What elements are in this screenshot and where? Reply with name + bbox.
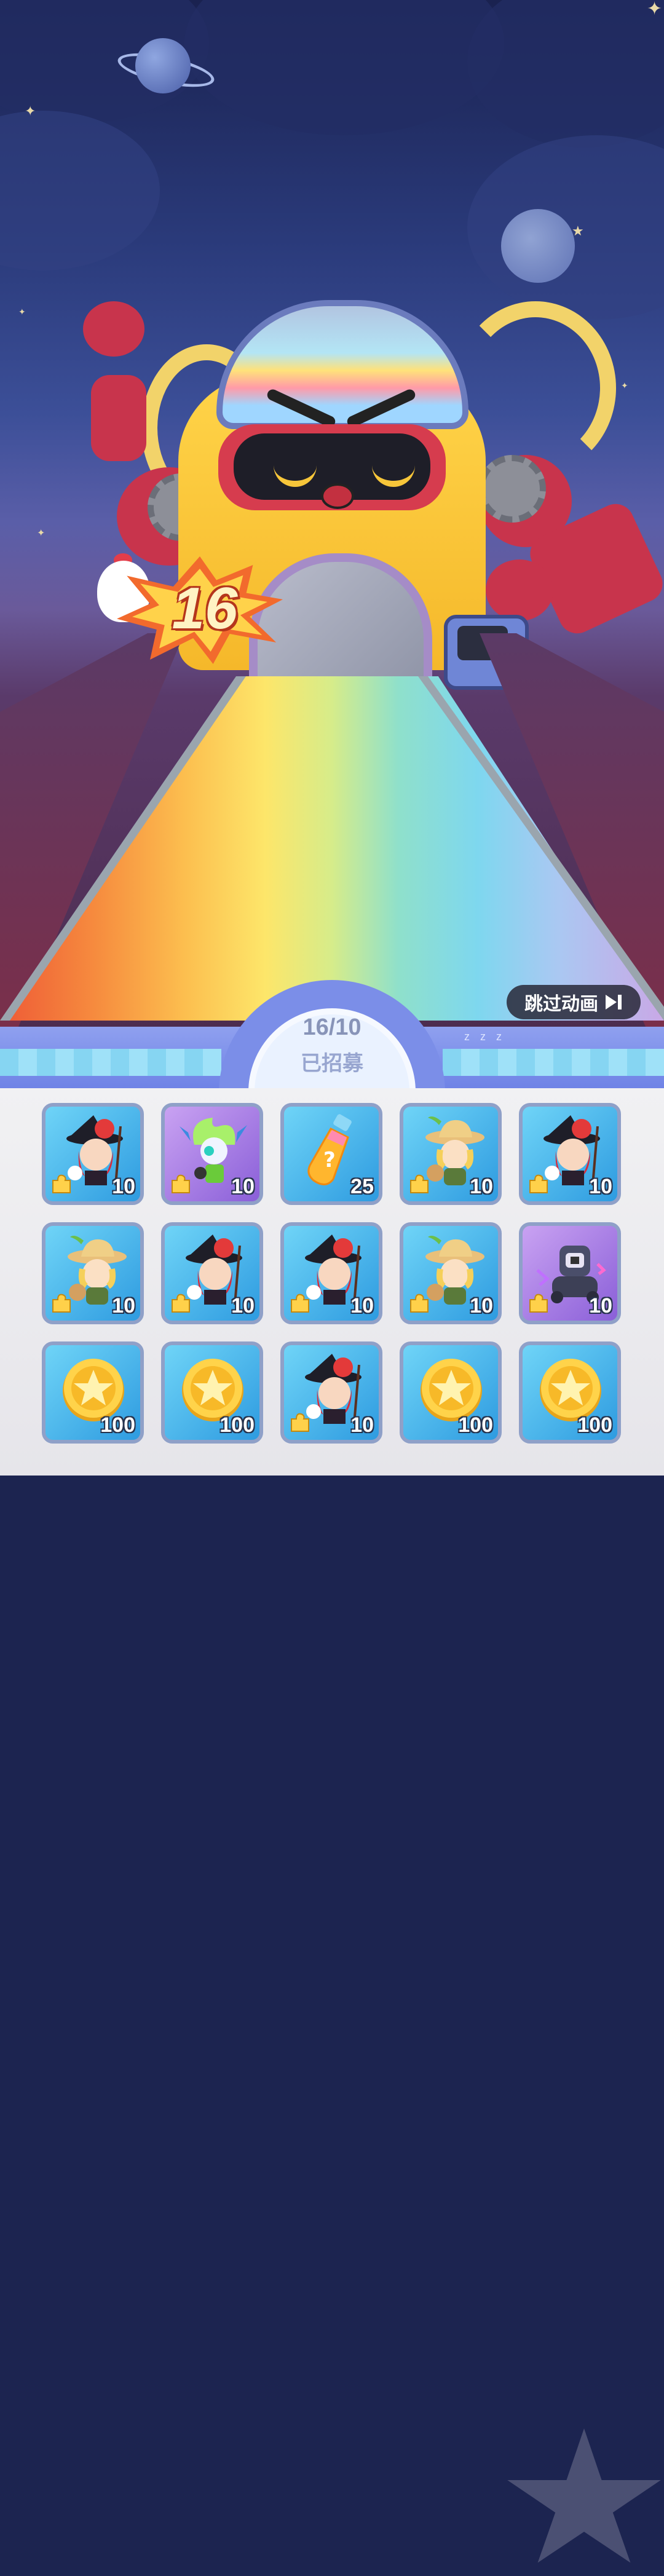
shard-icon: [407, 1172, 432, 1196]
cloud: [467, 0, 664, 148]
reward-quantity: 100: [458, 1413, 493, 1437]
reward-card[interactable]: 10: [161, 1222, 263, 1324]
sleep-zzz: z z z: [464, 1030, 506, 1043]
band-stripe-left: [0, 1049, 221, 1076]
reward-quantity: 10: [350, 1294, 374, 1318]
shard-icon: [288, 1410, 312, 1435]
star-icon: ✦: [37, 528, 45, 539]
reward-quantity: 10: [231, 1294, 255, 1318]
reward-card[interactable]: 100: [161, 1341, 263, 1444]
reward-card[interactable]: 10: [280, 1341, 382, 1444]
shard-icon: [49, 1172, 74, 1196]
reward-quantity: 10: [470, 1175, 493, 1198]
reward-card[interactable]: 10: [42, 1222, 144, 1324]
gear-icon: [478, 455, 546, 523]
reward-quantity: 25: [350, 1175, 374, 1198]
reward-quantity: 10: [350, 1413, 374, 1437]
shard-icon: [288, 1291, 312, 1316]
cloud: [0, 111, 160, 271]
reward-quantity: 10: [589, 1294, 612, 1318]
planet: [135, 38, 191, 93]
skip-animation-button[interactable]: 跳过动画: [507, 985, 641, 1019]
reward-quantity: 10: [231, 1175, 255, 1198]
reward-quantity: 10: [112, 1175, 135, 1198]
shard-icon: [526, 1172, 551, 1196]
star-icon: ★: [572, 223, 584, 239]
star-icon: ✦: [621, 381, 628, 390]
gacha-scene: ✦ ✦ ★ ✦ ✦ ✦ 16 跳过动画: [0, 0, 664, 1088]
pull-count: 16: [172, 575, 238, 641]
reward-card[interactable]: ? 25: [280, 1103, 382, 1205]
shard-icon: [526, 1291, 551, 1316]
shard-icon: [407, 1291, 432, 1316]
reward-card[interactable]: 10: [519, 1103, 621, 1205]
background-star-icon: [507, 2428, 661, 2563]
shard-icon: [168, 1291, 193, 1316]
skip-animation-label: 跳过动画: [524, 994, 598, 1014]
shard-icon: [49, 1291, 74, 1316]
skip-icon: [604, 994, 623, 1011]
reward-card[interactable]: 10: [161, 1103, 263, 1205]
robot-shoulder-left: [83, 301, 144, 357]
recruited-label: 已招募: [301, 1052, 363, 1075]
recruit-progress: 16/10: [302, 1014, 362, 1040]
reward-card[interactable]: 10: [42, 1103, 144, 1205]
reward-card[interactable]: 100: [519, 1341, 621, 1444]
svg-text:?: ?: [323, 1148, 336, 1172]
moon: [501, 209, 575, 283]
star-icon: ✦: [25, 103, 36, 119]
reward-quantity: 100: [219, 1413, 255, 1437]
reward-card[interactable]: 100: [400, 1341, 502, 1444]
reward-card[interactable]: 10: [280, 1222, 382, 1324]
robot-dome: [216, 300, 468, 429]
reward-card[interactable]: 100: [42, 1341, 144, 1444]
band-stripe-right: [443, 1049, 664, 1076]
robot-arm-left: [91, 375, 146, 461]
reward-quantity: 100: [100, 1413, 135, 1437]
reward-quantity: 10: [112, 1294, 135, 1318]
reward-quantity: 10: [589, 1175, 612, 1198]
reward-quantity: 10: [470, 1294, 493, 1318]
star-icon: ✦: [647, 0, 663, 19]
cloud: [184, 0, 504, 135]
robot-hand-right: [486, 559, 553, 621]
reward-card[interactable]: 10: [519, 1222, 621, 1324]
robot-mouth: [321, 483, 354, 509]
reward-card[interactable]: 10: [400, 1222, 502, 1324]
star-icon: ✦: [18, 307, 26, 317]
shard-icon: [168, 1172, 193, 1196]
reward-card[interactable]: 10: [400, 1103, 502, 1205]
reward-quantity: 100: [577, 1413, 612, 1437]
